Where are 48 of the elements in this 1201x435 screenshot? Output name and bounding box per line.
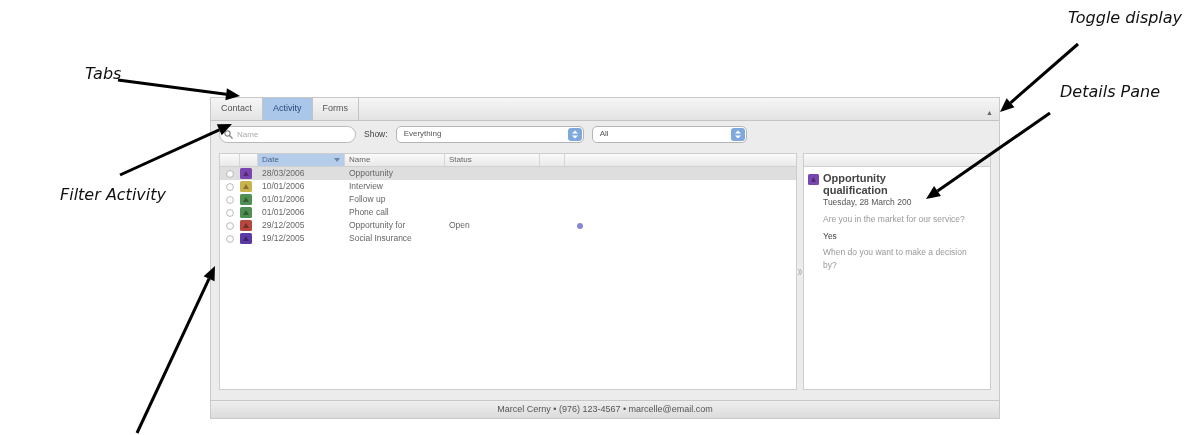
table-cell-text: Social Insurance [348,232,413,245]
details-title: Opportunity qualification [823,173,889,197]
checkbox[interactable] [226,221,234,230]
table-row[interactable]: 29/12/2005 Opportunity for Open [220,219,796,232]
checkbox[interactable] [226,234,234,243]
checkbox[interactable] [226,182,234,191]
details-question: When do you want to make a decision by? [822,246,968,272]
table-cell-text: 10/01/2006 [261,180,306,193]
details-answer: Yes [822,229,838,243]
table-cell-text: Interview [348,180,384,193]
table-row[interactable]: 19/12/2005 Social Insurance [220,232,796,245]
details-question: Are you in the market for our service? [822,212,966,226]
annotation-label: Filter Activity [60,184,166,206]
column-header[interactable]: Name [345,154,445,166]
table-cell-text: Opportunity for [348,219,407,232]
table-cell-text: Open [448,219,471,232]
stepper-icon [567,127,582,141]
checkbox[interactable] [226,195,234,204]
show-label: Show: [364,127,388,141]
search-icon [224,129,233,139]
column-header[interactable]: Date [258,154,345,166]
tab[interactable]: Forms [312,98,360,120]
table-cell-text: 01/01/2006 [261,206,306,219]
sort-caret-icon [334,158,340,162]
table-cell-text: 01/01/2006 [261,193,306,206]
table-cell-text: Phone call [348,206,390,219]
show-dropdown[interactable]: Everything [395,125,584,143]
table-row[interactable]: 01/01/2006 Phone call [220,206,796,219]
column-header[interactable]: Status [445,154,540,166]
annotation-label: Toggle display [1068,7,1183,29]
status-bar: Marcel Cerny • (976) 123-4567 • marcelle@email.com [211,400,999,418]
table-cell-text: Follow up [348,193,387,206]
table-cell-text: 28/03/2006 [261,167,306,180]
annotation-label: Details Pane [1060,81,1160,103]
annotation-label: Tabs [85,63,122,85]
checkbox[interactable] [226,169,234,178]
checkbox[interactable] [226,208,234,217]
details-date: Tuesday, 28 March 200 [823,196,913,209]
tab[interactable]: Activity [263,98,313,120]
search-field[interactable]: Name [219,125,356,143]
table-cell-text: 29/12/2005 [261,219,306,232]
table-cell-text: Opportunity [348,167,394,180]
table-row[interactable]: 28/03/2006 Opportunity [220,167,796,180]
scope-dropdown[interactable]: All [591,125,747,143]
stepper-icon [730,127,745,141]
table-row[interactable]: 10/01/2006 Interview [220,180,796,193]
table-cell-text: 19/12/2005 [261,232,306,245]
table-row[interactable]: 01/01/2006 Follow up [220,193,796,206]
